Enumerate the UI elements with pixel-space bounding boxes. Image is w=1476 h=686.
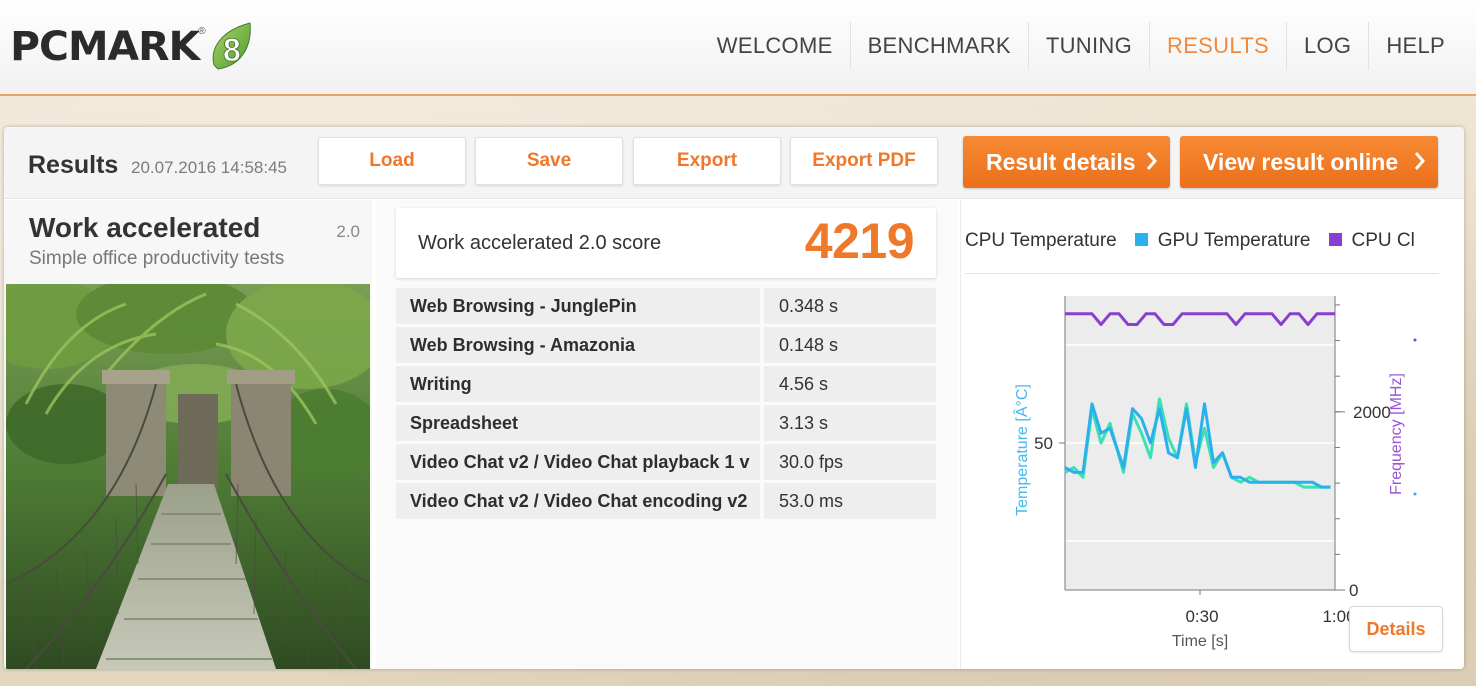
score-value: 4219 [804, 213, 915, 269]
chevron-right-icon [1414, 152, 1425, 170]
nav-item-benchmark[interactable]: BENCHMARK [849, 22, 1028, 70]
view-result-online-label: View result online [1203, 148, 1399, 175]
app-logo[interactable]: PCMARK ® 8 [10, 22, 254, 72]
result-value: 53.0 ms [764, 483, 936, 519]
result-details-button[interactable]: Result details [963, 136, 1170, 188]
nav-item-results[interactable]: RESULTS [1149, 22, 1286, 70]
series-point [1413, 492, 1417, 496]
view-result-online-button[interactable]: View result online [1180, 136, 1438, 188]
result-name: Video Chat v2 / Video Chat encoding v2 [396, 483, 760, 519]
result-name: Web Browsing - Amazonia [396, 327, 760, 363]
test-description: Simple office productivity tests [29, 248, 285, 269]
monitoring-column: CPU Temperature GPU Temperature CPU Cl 50 2… [960, 200, 1464, 669]
table-row: Writing 4.56 s [396, 366, 936, 402]
y-axis-left-title: Temperature [Â°C] [1012, 384, 1031, 516]
result-value: 3.13 s [764, 405, 936, 441]
table-row: Spreadsheet 3.13 s [396, 405, 936, 441]
chevron-right-icon [1146, 152, 1157, 170]
score-column: Work accelerated 2.0 score 4219 Web Brow… [376, 200, 958, 669]
score-label: Work accelerated 2.0 score [418, 232, 662, 254]
result-name: Video Chat v2 / Video Chat playback 1 v [396, 444, 760, 480]
y-right-tick-label: 2000 [1353, 403, 1391, 422]
logo-version: 8 [223, 32, 241, 68]
export-pdf-button[interactable]: Export PDF [790, 137, 938, 185]
results-panel: Results 20.07.2016 14:58:45 Load Save Ex… [4, 127, 1464, 669]
result-value: 4.56 s [764, 366, 936, 402]
page-title: Results [28, 151, 119, 179]
table-row: Video Chat v2 / Video Chat playback 1 v3… [396, 444, 936, 480]
table-row: Web Browsing - Amazonia 0.148 s [396, 327, 936, 363]
results-header: Results 20.07.2016 14:58:45 Load Save Ex… [4, 127, 1464, 199]
monitoring-chart: 50200000:30 1:00Time [s]Temperature [Â°C]… [1012, 296, 1417, 650]
result-details-label: Result details [986, 148, 1136, 175]
result-value: 30.0 fps [764, 444, 936, 480]
result-value: 0.348 s [764, 288, 936, 324]
table-row: Video Chat v2 / Video Chat encoding v2 53… [396, 483, 936, 519]
y-axis-right-title: Frequency [MHz] [1388, 373, 1405, 495]
result-timestamp: 20.07.2016 14:58:45 [131, 158, 287, 177]
nav-item-tuning[interactable]: TUNING [1027, 22, 1149, 70]
x-axis-title: Time [s] [1172, 633, 1228, 650]
details-button[interactable]: Details [1349, 606, 1443, 652]
top-bar: PCMARK ® 8 WELCOME BENCHMARK TUNING RESULTS… [0, 0, 1476, 96]
test-info-column: Work accelerated 2.0 Simple office produ… [4, 200, 372, 669]
load-button[interactable]: Load [318, 137, 466, 185]
save-button[interactable]: Save [475, 137, 623, 185]
result-value: 0.148 s [764, 327, 936, 363]
y-left-tick-label: 50 [1034, 434, 1053, 453]
logo-leaf-icon: 8 [212, 22, 251, 70]
logo-registered-mark: ® [198, 25, 206, 37]
result-name: Web Browsing - JunglePin [396, 288, 760, 324]
test-name: Work accelerated [29, 212, 261, 243]
y-right-tick-label: 0 [1349, 581, 1358, 600]
result-name: Writing [396, 366, 760, 402]
test-image-jungle-bridge [6, 284, 370, 669]
series-point [1413, 338, 1417, 342]
score-box: Work accelerated 2.0 score 4219 [396, 208, 936, 278]
main-nav: WELCOME BENCHMARK TUNING RESULTS LOG HELP [700, 22, 1462, 70]
export-button[interactable]: Export [633, 137, 781, 185]
result-name: Spreadsheet [396, 405, 760, 441]
nav-item-welcome[interactable]: WELCOME [700, 22, 850, 70]
nav-item-help[interactable]: HELP [1368, 22, 1462, 70]
table-row: Web Browsing - JunglePin 0.348 s [396, 288, 936, 324]
test-version: 2.0 [336, 222, 360, 241]
nav-item-log[interactable]: LOG [1285, 22, 1368, 70]
logo-text: PCMARK [10, 24, 200, 70]
result-table: Web Browsing - JunglePin 0.348 s Web Brows… [396, 288, 936, 522]
x-tick-label: 0:30 [1185, 607, 1218, 626]
